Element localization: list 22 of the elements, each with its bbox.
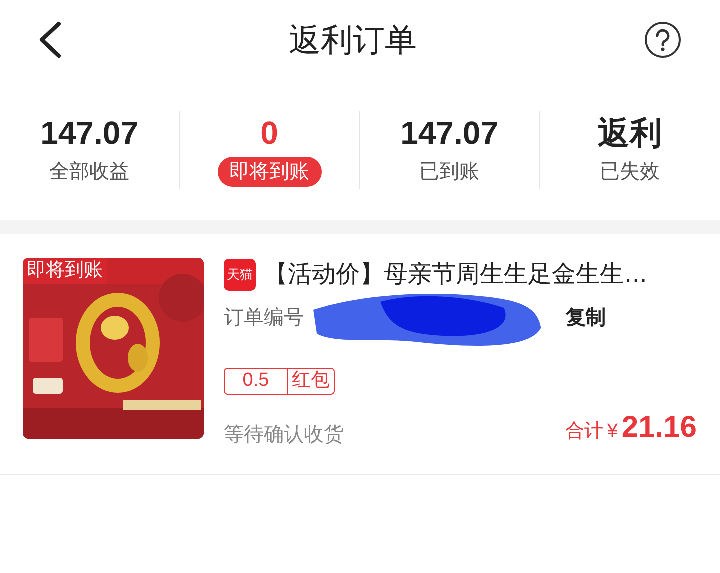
product-title: 【活动价】母亲节周生生足金生生… (264, 260, 648, 290)
stat-value: 返利 (598, 114, 662, 153)
total-label: 合计 (565, 420, 604, 444)
currency-symbol: ¥ (607, 420, 618, 444)
stat-tab[interactable]: 已失效 (588, 157, 672, 187)
help-icon[interactable] (644, 21, 682, 59)
rebate-type: 红包 (288, 368, 335, 395)
shop-badge: 天猫 (224, 259, 256, 291)
page-title: 返利订单 (289, 21, 417, 60)
order-number-label: 订单编号 (224, 306, 304, 331)
order-status: 等待确认收货 (224, 423, 344, 448)
stat-value: 147.07 (40, 114, 138, 153)
stat-tab[interactable]: 即将到账 (218, 157, 322, 187)
back-icon[interactable] (38, 21, 62, 59)
total-amount: 21.16 (622, 410, 697, 446)
status-badge: 即将到账 (23, 258, 107, 284)
stat-value: 147.07 (400, 114, 498, 153)
rebate-amount: 0.5 (224, 368, 288, 395)
stat-tab[interactable]: 全部收益 (38, 157, 142, 187)
stat-tab[interactable]: 已到账 (408, 157, 492, 187)
stat-value: 0 (260, 114, 278, 153)
copy-button[interactable]: 复制 (566, 303, 606, 333)
